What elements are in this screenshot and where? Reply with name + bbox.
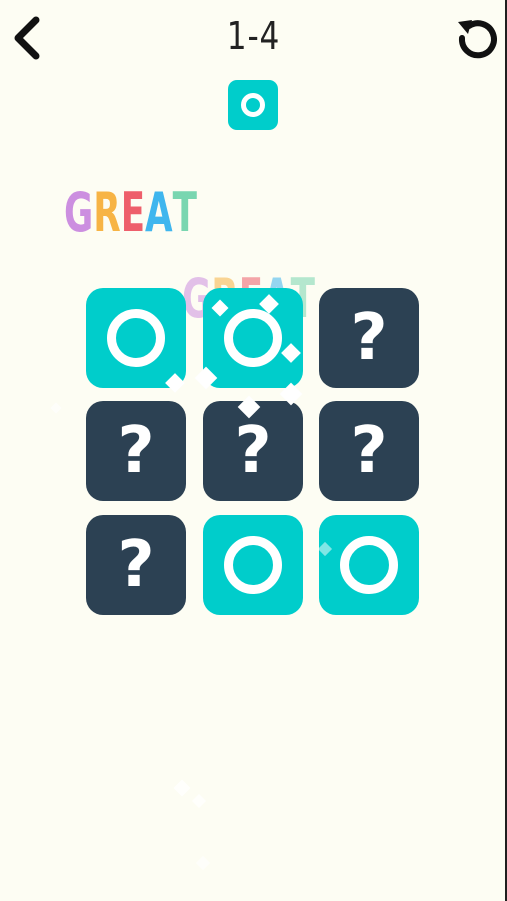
- great-feedback-text: GREAT: [64, 186, 197, 240]
- circle-icon: [107, 309, 165, 367]
- question-mark-icon: ?: [234, 414, 272, 488]
- grid-tile-hidden[interactable]: ?: [203, 401, 303, 501]
- circle-icon: [224, 536, 282, 594]
- grid-tile-hidden[interactable]: ?: [319, 288, 419, 388]
- chevron-left-icon: [14, 16, 40, 60]
- level-title: 1-4: [226, 14, 281, 58]
- sparkle-particle: [191, 793, 207, 809]
- back-button[interactable]: [10, 16, 46, 60]
- restart-icon: [458, 20, 497, 59]
- great-letter: T: [172, 181, 197, 244]
- great-letter: R: [93, 181, 121, 244]
- sparkle-particle: [195, 855, 211, 871]
- question-mark-icon: ?: [117, 528, 155, 602]
- circle-icon: [224, 309, 282, 367]
- grid-tile-circle[interactable]: [203, 515, 303, 615]
- question-mark-icon: ?: [350, 414, 388, 488]
- great-letter: G: [64, 181, 94, 244]
- sparkle-particle: [173, 779, 191, 797]
- question-mark-icon: ?: [117, 414, 155, 488]
- great-letter: A: [145, 181, 173, 244]
- restart-button[interactable]: [454, 14, 500, 60]
- sparkle-particle: [50, 402, 62, 414]
- circle-icon: [241, 93, 265, 117]
- grid-tile-hidden[interactable]: ?: [319, 401, 419, 501]
- grid-tile-hidden[interactable]: ?: [86, 515, 186, 615]
- circle-icon: [340, 536, 398, 594]
- question-mark-icon: ?: [350, 301, 388, 375]
- target-symbol-tile: [228, 80, 278, 130]
- great-letter: E: [120, 181, 146, 244]
- grid-tile-circle[interactable]: [319, 515, 419, 615]
- grid-tile-hidden[interactable]: ?: [86, 401, 186, 501]
- grid-tile-circle[interactable]: [86, 288, 186, 388]
